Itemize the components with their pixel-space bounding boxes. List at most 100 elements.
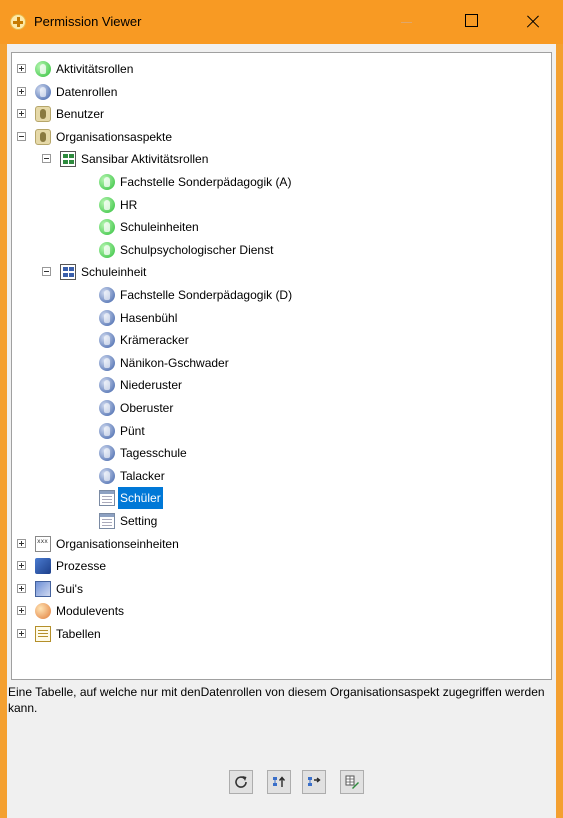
green-person-icon bbox=[99, 174, 115, 190]
blue-person-icon bbox=[99, 377, 115, 394]
permission-tree[interactable]: Aktivitätsrollen Datenrollen Benutzer Organ… bbox=[11, 52, 552, 680]
tree-node[interactable]: Oberuster bbox=[12, 397, 547, 419]
expand-icon[interactable] bbox=[17, 606, 26, 616]
user-icon bbox=[35, 106, 51, 123]
tree-node-label: Tagesschule bbox=[120, 446, 187, 461]
tree-node-label: Schuleinheiten bbox=[120, 220, 199, 235]
close-button[interactable] bbox=[514, 0, 562, 44]
tree-node-label: Organisationseinheiten bbox=[56, 536, 179, 551]
network-green-icon bbox=[60, 151, 76, 168]
tree-node-label: Setting bbox=[120, 514, 158, 528]
expand-icon[interactable] bbox=[17, 64, 26, 73]
tree-node[interactable]: Benutzer bbox=[12, 103, 547, 125]
tree-node[interactable]: Aktivitätsrollen bbox=[12, 58, 547, 80]
blue-person-icon bbox=[99, 354, 115, 371]
tree-node[interactable]: Tabellen bbox=[12, 623, 547, 645]
table-icon bbox=[99, 513, 115, 529]
tree-node[interactable]: Prozesse bbox=[12, 555, 547, 577]
network-blue-icon bbox=[60, 264, 76, 281]
tables-icon bbox=[35, 626, 51, 642]
expand-icon[interactable] bbox=[17, 583, 26, 593]
blue-person-icon bbox=[99, 309, 115, 326]
org-aspect-icon bbox=[35, 128, 51, 145]
minimize-button[interactable] bbox=[382, 0, 430, 44]
tree-node-label: Datenrollen bbox=[56, 84, 118, 99]
expand-icon[interactable] bbox=[17, 86, 26, 96]
tree-node[interactable]: Pünt bbox=[12, 420, 547, 442]
process-icon bbox=[35, 558, 51, 575]
collapse-icon[interactable] bbox=[17, 131, 26, 141]
edit-table-icon bbox=[345, 775, 359, 789]
table-icon bbox=[99, 490, 115, 507]
tree-node-label: Benutzer bbox=[56, 107, 105, 122]
refresh-icon bbox=[235, 776, 247, 788]
edit-table-button[interactable] bbox=[340, 770, 364, 794]
collapse-icon[interactable] bbox=[42, 154, 51, 164]
tree-node-label: Schüler bbox=[118, 487, 163, 510]
tree-node-label: Aktivitätsrollen bbox=[56, 62, 134, 76]
tree-node[interactable]: Schuleinheiten bbox=[12, 216, 547, 238]
blue-person-icon bbox=[99, 332, 115, 349]
tree-node-label: Tabellen bbox=[56, 627, 101, 641]
tree-node[interactable]: Schuleinheit bbox=[12, 261, 547, 283]
window-title: Permission Viewer bbox=[34, 14, 142, 29]
maximize-button[interactable] bbox=[448, 0, 496, 44]
tree-node-label: HR bbox=[120, 197, 138, 212]
permission-viewer-window: Permission Viewer Aktivitätsrollen Datenr… bbox=[0, 0, 563, 818]
green-person-icon bbox=[99, 241, 115, 258]
title-bar[interactable]: Permission Viewer bbox=[0, 0, 563, 44]
tree-node[interactable]: Gui's bbox=[12, 578, 547, 600]
tree-node-label: Krämeracker bbox=[120, 333, 189, 348]
tree-node-label: Fachstelle Sonderpädagogik (A) bbox=[120, 175, 292, 189]
tree-node[interactable]: Tagesschule bbox=[12, 442, 547, 464]
tree-node[interactable]: Nänikon-Gschwader bbox=[12, 352, 547, 374]
tree-node[interactable]: Datenrollen bbox=[12, 81, 547, 103]
expand-icon[interactable] bbox=[17, 538, 26, 548]
tree-node-label: Organisationsaspekte bbox=[56, 129, 173, 144]
tree-node[interactable]: Talacker bbox=[12, 465, 547, 487]
tree-node-label: Hasenbühl bbox=[120, 310, 178, 325]
tree-node[interactable]: HR bbox=[12, 194, 547, 216]
tree-node-label: Talacker bbox=[120, 468, 165, 483]
tree-node-label: Prozesse bbox=[56, 559, 107, 574]
app-plus-icon bbox=[10, 14, 26, 30]
tree-node[interactable]: Hasenbühl bbox=[12, 307, 547, 329]
expand-icon[interactable] bbox=[17, 109, 26, 119]
blue-person-icon bbox=[35, 83, 51, 100]
tree-node-label: Oberuster bbox=[120, 401, 174, 415]
green-person-icon bbox=[35, 61, 51, 77]
tree-node[interactable]: Niederuster bbox=[12, 374, 547, 396]
refresh-button[interactable] bbox=[229, 770, 253, 794]
green-person-icon bbox=[99, 196, 115, 213]
org-unit-icon bbox=[35, 535, 51, 552]
tree-node[interactable]: Krämeracker bbox=[12, 329, 547, 351]
tree-node[interactable]: Sansibar Aktivitätsrollen bbox=[12, 148, 547, 170]
expand-icon[interactable] bbox=[17, 629, 26, 638]
tree-node-label: Niederuster bbox=[120, 378, 183, 393]
tree-node[interactable]: Schulpsychologischer Dienst bbox=[12, 239, 547, 261]
tree-node[interactable]: Fachstelle Sonderpädagogik (A) bbox=[12, 171, 547, 193]
tree-node[interactable]: Fachstelle Sonderpädagogik (D) bbox=[12, 284, 547, 306]
tree-node-label: Sansibar Aktivitätsrollen bbox=[81, 152, 209, 167]
blue-person-icon bbox=[99, 400, 115, 416]
tree-up-button[interactable] bbox=[267, 770, 291, 794]
collapse-icon[interactable] bbox=[42, 267, 51, 277]
blue-person-icon bbox=[99, 287, 115, 303]
tree-up-icon bbox=[273, 776, 286, 787]
tree-node[interactable]: Organisationsaspekte bbox=[12, 126, 547, 148]
tree-right-button[interactable] bbox=[302, 770, 326, 794]
tree-node-label: Schulpsychologischer Dienst bbox=[120, 242, 274, 257]
tree-node-label: Modulevents bbox=[56, 604, 125, 619]
tree-node[interactable]: Organisationseinheiten bbox=[12, 533, 547, 555]
tree-right-icon bbox=[308, 777, 321, 786]
tree-node[interactable]: Modulevents bbox=[12, 600, 547, 622]
green-person-icon bbox=[99, 219, 115, 236]
tree-node-label: Schuleinheit bbox=[81, 265, 147, 280]
client-area: Aktivitätsrollen Datenrollen Benutzer Organ… bbox=[7, 44, 556, 818]
tree-node[interactable]: Setting bbox=[12, 510, 547, 532]
tree-node[interactable]: Schüler bbox=[12, 487, 547, 510]
expand-icon[interactable] bbox=[17, 561, 26, 571]
tree-node-label: Nänikon-Gschwader bbox=[120, 355, 229, 370]
blue-person-icon bbox=[99, 467, 115, 484]
tree-node-label: Gui's bbox=[56, 581, 83, 596]
